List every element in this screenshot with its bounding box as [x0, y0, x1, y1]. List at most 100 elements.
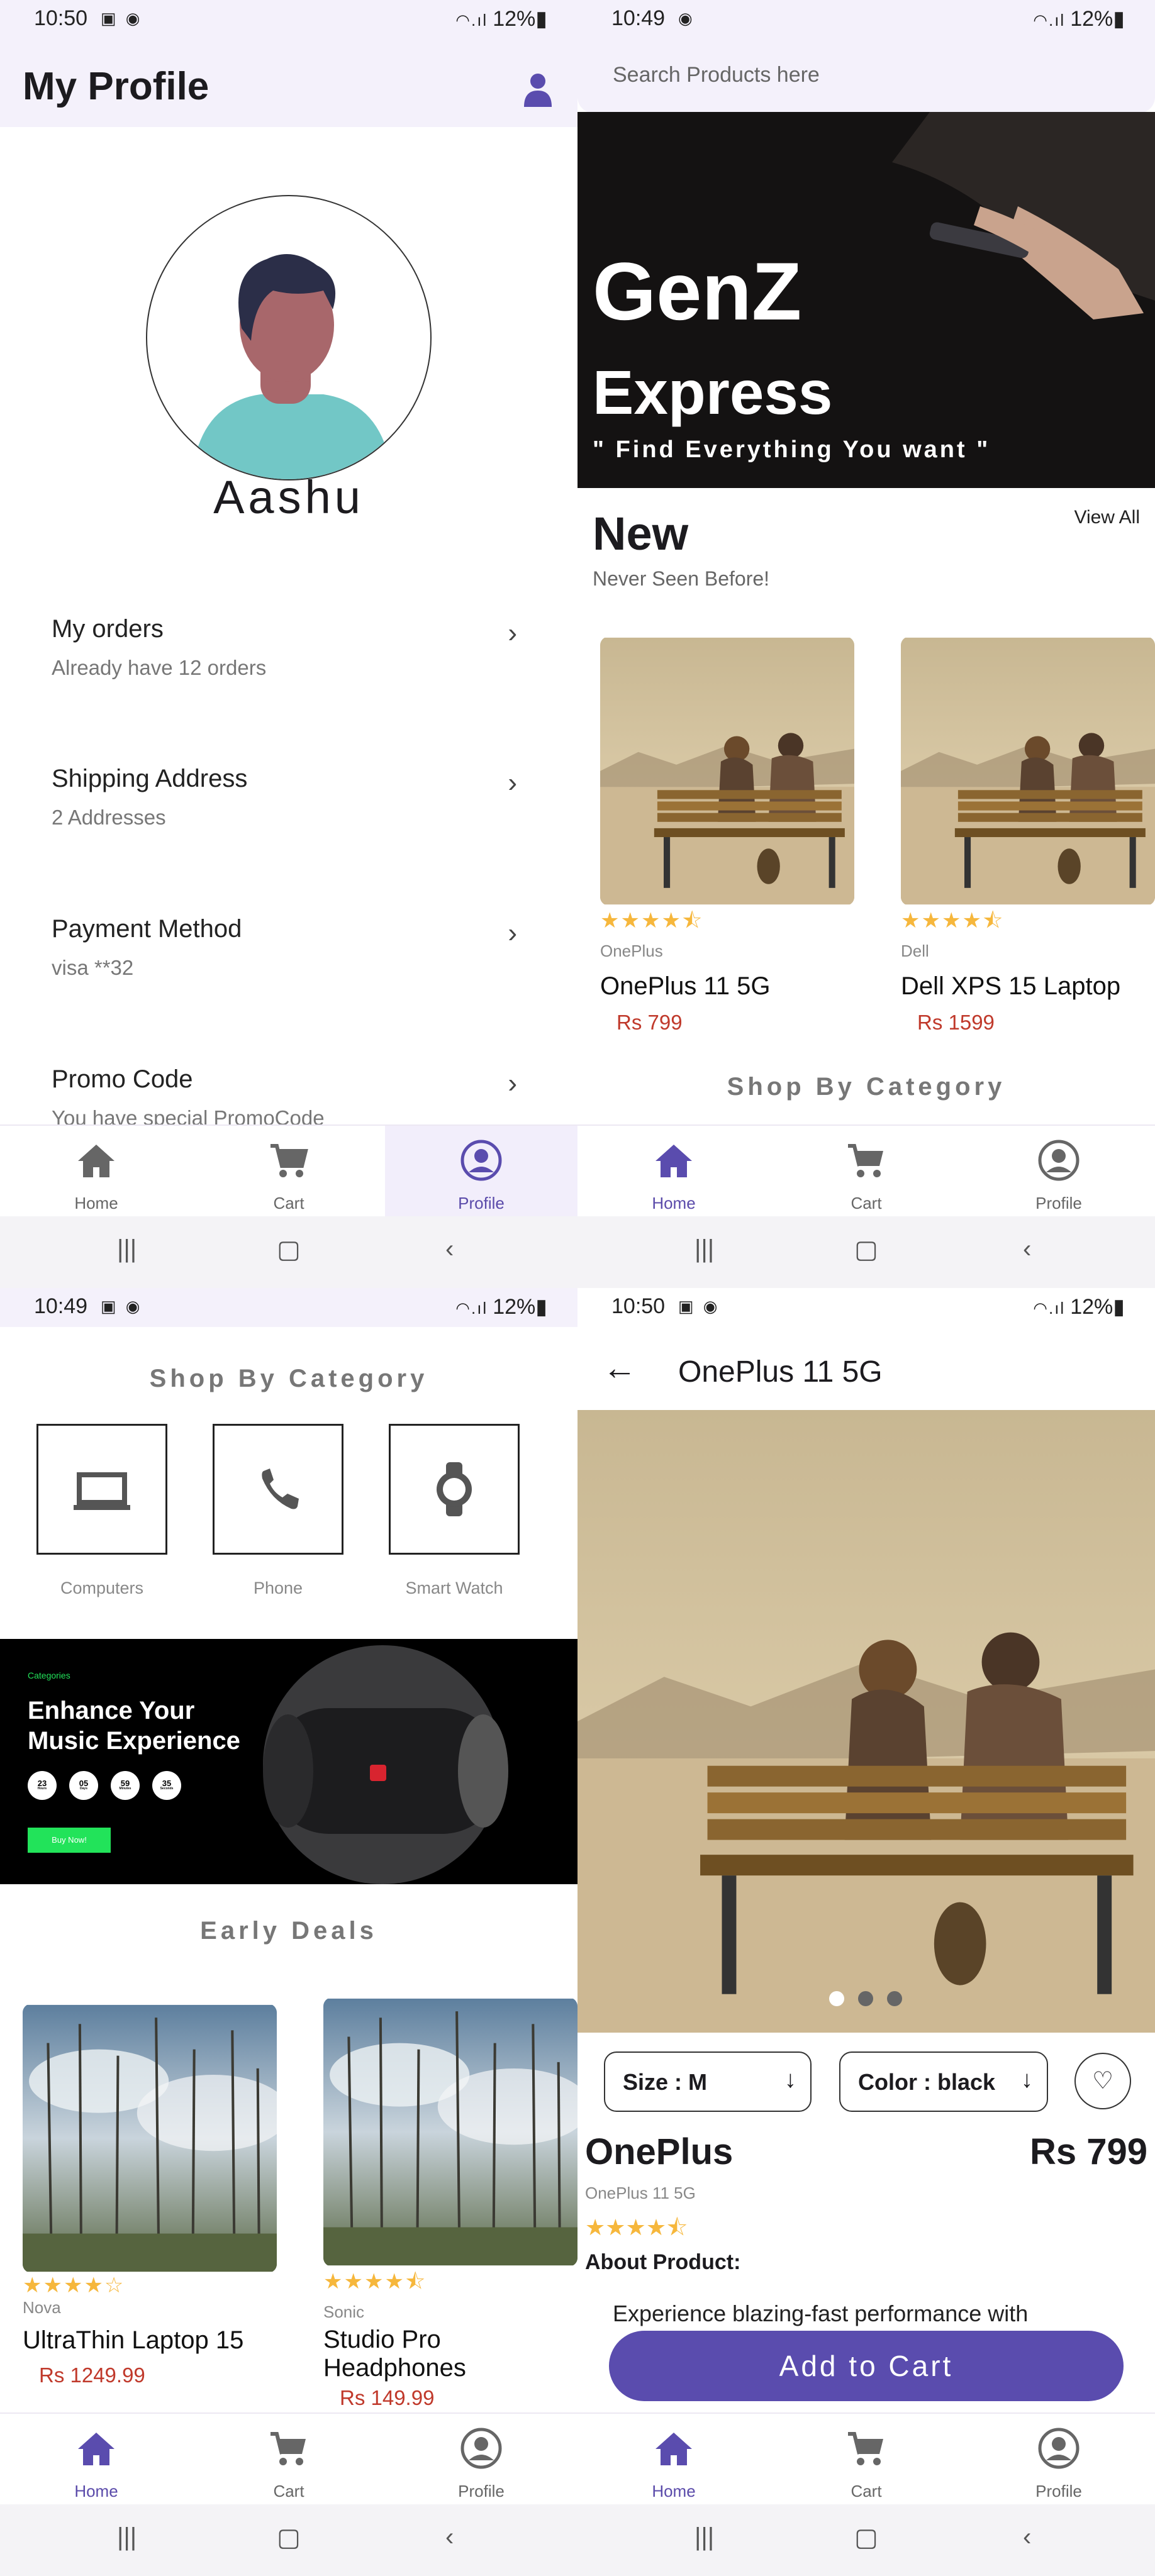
nav-home[interactable]: Home — [578, 1126, 770, 1218]
cart-icon — [271, 1144, 308, 1177]
recents-button[interactable]: ||| — [117, 1235, 137, 1263]
status-right: ◠.ıl 12%▮ — [1033, 1295, 1125, 1319]
product-detail-screen: 10:50 ▣ ◉ ◠.ıl 12%▮ ← OnePlus 11 5G Size … — [578, 1288, 1155, 2576]
size-value: Size : M — [623, 2069, 708, 2095]
favorite-heart-icon[interactable]: ♡ — [1074, 2053, 1131, 2109]
add-to-cart-button[interactable]: Add to Cart — [609, 2331, 1124, 2401]
menu-payment-method[interactable]: Payment Method visa **32 › — [52, 915, 517, 980]
carousel-dot[interactable] — [887, 1991, 902, 2006]
battery-level: 12% — [493, 1295, 536, 1319]
menu-promo-code[interactable]: Promo Code You have special PromoCode › — [52, 1065, 517, 1130]
buy-now-button[interactable]: Buy Now! — [28, 1828, 111, 1853]
promo-headline: Enhance Your Music Experience — [28, 1696, 240, 1756]
rating-stars: ★★★★⯪ — [600, 909, 704, 933]
bottom-nav: Home Cart Profile — [578, 1124, 1155, 1216]
back-arrow-icon[interactable]: ← — [603, 1348, 637, 1387]
cart-icon — [848, 1144, 883, 1177]
carousel-dot[interactable] — [858, 1991, 873, 2006]
product-card[interactable]: ★★★★⯪ OnePlus OnePlus 11 5G Rs 799 — [600, 636, 854, 1035]
nav-cart[interactable]: Cart — [192, 2414, 385, 2506]
phone-icon — [262, 1468, 299, 1509]
signal-icon: ◠.ıl — [1033, 1299, 1066, 1318]
nav-cart[interactable]: Cart — [770, 1126, 962, 1218]
back-button[interactable]: ‹ — [1023, 2523, 1031, 2551]
deal-card[interactable]: ★★★★☆ Nova UltraThin Laptop 15 Rs 1249.9… — [23, 2004, 277, 2387]
category-screen: 10:49 ▣ ◉ ◠.ıl 12%▮ Shop By Category Comp… — [0, 1288, 578, 2576]
product-image — [323, 1997, 578, 2267]
nav-profile[interactable]: Profile — [385, 1126, 578, 1218]
notification-icons: ▣ ◉ — [101, 1297, 143, 1316]
nav-label: Cart — [851, 2482, 882, 2501]
system-nav: ||| ▢ ‹ — [578, 2504, 1155, 2576]
nav-label: Cart — [273, 1194, 304, 1213]
product-image — [901, 636, 1155, 906]
timer-minutes: 59 Minutes — [111, 1771, 140, 1800]
battery-level: 12% — [1070, 7, 1113, 31]
recents-button[interactable]: ||| — [695, 2523, 714, 2551]
size-dropdown[interactable]: Size : M ↓ — [604, 2051, 812, 2112]
nav-profile[interactable]: Profile — [962, 2414, 1155, 2506]
menu-shipping-address[interactable]: Shipping Address 2 Addresses › — [52, 765, 517, 830]
product-image-carousel[interactable] — [578, 1410, 1155, 2033]
chevron-right-icon: › — [508, 767, 517, 798]
nav-label: Home — [652, 2482, 696, 2501]
recents-button[interactable]: ||| — [117, 2523, 137, 2551]
nav-home[interactable]: Home — [0, 2414, 192, 2506]
system-nav: ||| ▢ ‹ — [0, 2504, 578, 2576]
nav-label: Cart — [851, 1194, 882, 1213]
profile-icon — [1038, 1140, 1080, 1181]
view-all-link[interactable]: View All — [1074, 507, 1140, 528]
product-brand: Dell — [901, 941, 929, 960]
carousel-dot[interactable] — [829, 1991, 844, 2006]
hero-banner[interactable]: GenZ Express " Find Everything You want … — [578, 112, 1155, 488]
product-price: Rs 1599 — [917, 1011, 995, 1034]
product-name: Dell XPS 15 Laptop — [901, 972, 1121, 1000]
chevron-right-icon: › — [508, 1068, 517, 1099]
nav-cart[interactable]: Cart — [770, 2414, 962, 2506]
status-right: ◠.ıl 12%▮ — [1033, 7, 1125, 31]
rating-stars: ★★★★☆ — [23, 2273, 125, 2297]
back-button[interactable]: ‹ — [445, 2523, 454, 2551]
profile-name: Aashu — [213, 471, 364, 523]
profile-screen: 10:50 ▣ ◉ ◠.ıl 12%▮ My Profile Aashu My o… — [0, 0, 578, 1288]
home-button[interactable]: ▢ — [854, 1235, 878, 1264]
product-description: Experience blazing-fast performance with — [613, 2301, 1029, 2326]
category-phone[interactable] — [213, 1424, 343, 1555]
menu-my-orders[interactable]: My orders Already have 12 orders › — [52, 615, 517, 680]
home-screen: 10:49 ◉ ◠.ıl 12%▮ Search Products here Ge… — [578, 0, 1155, 1288]
search-bar[interactable]: Search Products here — [578, 39, 1155, 113]
status-time: 10:49 — [34, 1294, 88, 1318]
back-button[interactable]: ‹ — [1023, 1235, 1031, 1263]
nav-home[interactable]: Home — [578, 2414, 770, 2506]
rating-stars: ★★★★⯪ — [585, 2214, 688, 2240]
nav-home[interactable]: Home — [0, 1126, 192, 1218]
nav-cart[interactable]: Cart — [192, 1126, 385, 1218]
avatar[interactable] — [146, 195, 432, 480]
user-icon[interactable] — [522, 72, 554, 107]
signal-icon: ◠.ıl — [455, 11, 488, 30]
promo-banner[interactable]: Categories Enhance Your Music Experience … — [0, 1639, 578, 1884]
product-name: OnePlus 11 5G — [600, 972, 771, 1000]
color-dropdown[interactable]: Color : black ↓ — [839, 2051, 1048, 2112]
menu-title: My orders — [52, 615, 164, 643]
category-computers[interactable] — [36, 1424, 167, 1555]
nav-profile[interactable]: Profile — [962, 1126, 1155, 1218]
home-button[interactable]: ▢ — [277, 2523, 301, 2552]
product-brand: OnePlus — [585, 2131, 734, 2172]
early-deals-heading: Early Deals — [200, 1917, 377, 1945]
recents-button[interactable]: ||| — [695, 1235, 714, 1263]
notification-icons: ▣ ◉ — [678, 1297, 720, 1316]
cart-icon — [848, 2432, 883, 2465]
back-button[interactable]: ‹ — [445, 1235, 454, 1263]
bottom-nav: Home Cart Profile — [578, 2412, 1155, 2504]
signal-icon: ◠.ıl — [455, 1299, 488, 1318]
nav-profile[interactable]: Profile — [385, 2414, 578, 2506]
signal-icon: ◠.ıl — [1033, 11, 1066, 30]
deal-card[interactable]: ★★★★⯪ Sonic Studio Pro Headphones Rs 149… — [323, 1997, 578, 2410]
color-value: Color : black — [858, 2069, 996, 2095]
home-button[interactable]: ▢ — [854, 2523, 878, 2552]
product-card[interactable]: ★★★★⯪ Dell Dell XPS 15 Laptop Rs 1599 — [901, 636, 1155, 1035]
home-button[interactable]: ▢ — [277, 1235, 301, 1264]
category-smart-watch[interactable] — [389, 1424, 520, 1555]
system-nav: ||| ▢ ‹ — [0, 1216, 578, 1288]
